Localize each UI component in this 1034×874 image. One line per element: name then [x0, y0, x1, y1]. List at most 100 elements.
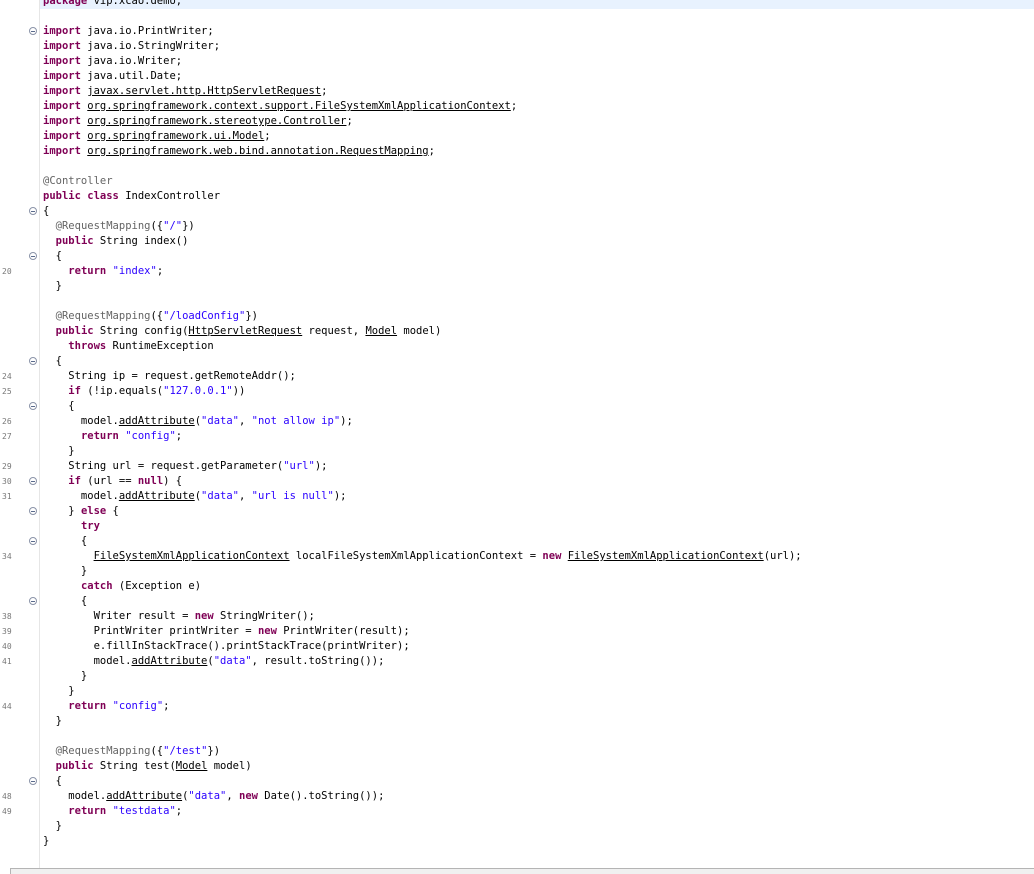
- code-text: model.addAttribute("data", "not allow ip…: [43, 414, 353, 429]
- code-line[interactable]: [0, 729, 1034, 744]
- code-line[interactable]: @RequestMapping({"/loadConfig"}): [0, 309, 1034, 324]
- code-line[interactable]: }: [0, 669, 1034, 684]
- line-number: 48: [2, 792, 12, 801]
- fold-collapse-icon[interactable]: [29, 537, 37, 545]
- code-line[interactable]: 26 model.addAttribute("data", "not allow…: [0, 414, 1034, 429]
- code-line[interactable]: }: [0, 444, 1034, 459]
- code-line[interactable]: package vip.xcao.demo;: [0, 0, 1034, 9]
- fold-collapse-icon[interactable]: [29, 507, 37, 515]
- code-line[interactable]: }: [0, 279, 1034, 294]
- code-line[interactable]: 48 model.addAttribute("data", new Date()…: [0, 789, 1034, 804]
- code-line[interactable]: [0, 159, 1034, 174]
- code-line[interactable]: import java.io.StringWriter;: [0, 39, 1034, 54]
- code-line[interactable]: import java.util.Date;: [0, 69, 1034, 84]
- annotation-token: @RequestMapping: [55, 745, 151, 757]
- code-line[interactable]: {: [0, 774, 1034, 789]
- horizontal-scrollbar[interactable]: [10, 869, 1034, 874]
- code-line[interactable]: {: [0, 354, 1034, 369]
- code-line[interactable]: public class IndexController: [0, 189, 1034, 204]
- code-text: return "testdata";: [43, 804, 182, 819]
- line-number: 49: [2, 807, 12, 816]
- code-text: return "config";: [43, 429, 182, 444]
- code-token: ) {: [163, 475, 183, 487]
- code-text: model.addAttribute("data", "url is null"…: [43, 489, 347, 504]
- warning-underlined-token: org.springframework.ui.Model: [87, 130, 265, 142]
- code-text: }: [43, 834, 49, 849]
- code-line[interactable]: import org.springframework.ui.Model;: [0, 129, 1034, 144]
- code-line[interactable]: import org.springframework.web.bind.anno…: [0, 144, 1034, 159]
- code-line[interactable]: 30 if (url == null) {: [0, 474, 1034, 489]
- code-area[interactable]: package vip.xcao.demo; import java.io.Pri…: [0, 0, 1034, 849]
- code-line[interactable]: import java.io.PrintWriter;: [0, 24, 1034, 39]
- code-line[interactable]: 34 FileSystemXmlApplicationContext local…: [0, 549, 1034, 564]
- code-line[interactable]: 38 Writer result = new StringWriter();: [0, 609, 1034, 624]
- code-text: import java.util.Date;: [43, 69, 182, 84]
- code-line[interactable]: 40 e.fillInStackTrace().printStackTrace(…: [0, 639, 1034, 654]
- code-line[interactable]: 49 return "testdata";: [0, 804, 1034, 819]
- fold-collapse-icon[interactable]: [29, 477, 37, 485]
- code-line[interactable]: import javax.servlet.http.HttpServletReq…: [0, 84, 1034, 99]
- code-line[interactable]: @RequestMapping({"/"}): [0, 219, 1034, 234]
- code-editor[interactable]: package vip.xcao.demo; import java.io.Pri…: [0, 0, 1034, 874]
- code-token: java.util.Date;: [80, 70, 183, 82]
- code-text: import org.springframework.ui.Model;: [43, 129, 271, 144]
- code-line[interactable]: public String test(Model model): [0, 759, 1034, 774]
- code-line[interactable]: {: [0, 399, 1034, 414]
- fold-collapse-icon[interactable]: [29, 207, 37, 215]
- code-line[interactable]: {: [0, 204, 1034, 219]
- code-token: model.: [43, 415, 119, 427]
- code-line[interactable]: try: [0, 519, 1034, 534]
- code-line[interactable]: 24 String ip = request.getRemoteAddr();: [0, 369, 1034, 384]
- code-token: String config(: [93, 325, 189, 337]
- code-line[interactable]: [0, 294, 1034, 309]
- fold-collapse-icon[interactable]: [29, 402, 37, 410]
- code-line[interactable]: @RequestMapping({"/test"}): [0, 744, 1034, 759]
- code-line[interactable]: throws RuntimeException: [0, 339, 1034, 354]
- code-text: model.addAttribute("data", new Date().to…: [43, 789, 384, 804]
- code-line[interactable]: 41 model.addAttribute("data", result.toS…: [0, 654, 1034, 669]
- code-line[interactable]: {: [0, 249, 1034, 264]
- code-line[interactable]: 44 return "config";: [0, 699, 1034, 714]
- code-token: {: [43, 250, 62, 262]
- code-line[interactable]: [0, 9, 1034, 24]
- code-line[interactable]: import java.io.Writer;: [0, 54, 1034, 69]
- code-line[interactable]: } else {: [0, 504, 1034, 519]
- code-line[interactable]: 27 return "config";: [0, 429, 1034, 444]
- code-line[interactable]: import org.springframework.context.suppo…: [0, 99, 1034, 114]
- keyword-token: import: [43, 130, 81, 142]
- code-line[interactable]: catch (Exception e): [0, 579, 1034, 594]
- code-line[interactable]: 39 PrintWriter printWriter = new PrintWr…: [0, 624, 1034, 639]
- code-line[interactable]: }: [0, 714, 1034, 729]
- code-line[interactable]: }: [0, 684, 1034, 699]
- code-line[interactable]: 20 return "index";: [0, 264, 1034, 279]
- code-line[interactable]: }: [0, 564, 1034, 579]
- code-line[interactable]: public String config(HttpServletRequest …: [0, 324, 1034, 339]
- code-line[interactable]: 31 model.addAttribute("data", "url is nu…: [0, 489, 1034, 504]
- code-line[interactable]: }: [0, 819, 1034, 834]
- code-token: StringWriter();: [213, 610, 315, 622]
- code-line[interactable]: @Controller: [0, 174, 1034, 189]
- fold-collapse-icon[interactable]: [29, 27, 37, 35]
- code-line[interactable]: }: [0, 834, 1034, 849]
- fold-collapse-icon[interactable]: [29, 357, 37, 365]
- code-line[interactable]: 25 if (!ip.equals("127.0.0.1")): [0, 384, 1034, 399]
- code-text: if (!ip.equals("127.0.0.1")): [43, 384, 245, 399]
- code-token: model.: [43, 790, 107, 802]
- line-number: 39: [2, 627, 12, 636]
- keyword-token: package: [43, 0, 88, 7]
- code-line[interactable]: public String index(): [0, 234, 1034, 249]
- code-token: model.: [43, 490, 119, 502]
- fold-collapse-icon[interactable]: [29, 777, 37, 785]
- fold-collapse-icon[interactable]: [29, 597, 37, 605]
- code-line[interactable]: 29 String url = request.getParameter("ur…: [0, 459, 1034, 474]
- code-line[interactable]: {: [0, 594, 1034, 609]
- code-line[interactable]: import org.springframework.stereotype.Co…: [0, 114, 1034, 129]
- fold-collapse-icon[interactable]: [29, 252, 37, 260]
- line-number: 20: [2, 267, 12, 276]
- keyword-token: new: [194, 610, 214, 622]
- code-line[interactable]: {: [0, 534, 1034, 549]
